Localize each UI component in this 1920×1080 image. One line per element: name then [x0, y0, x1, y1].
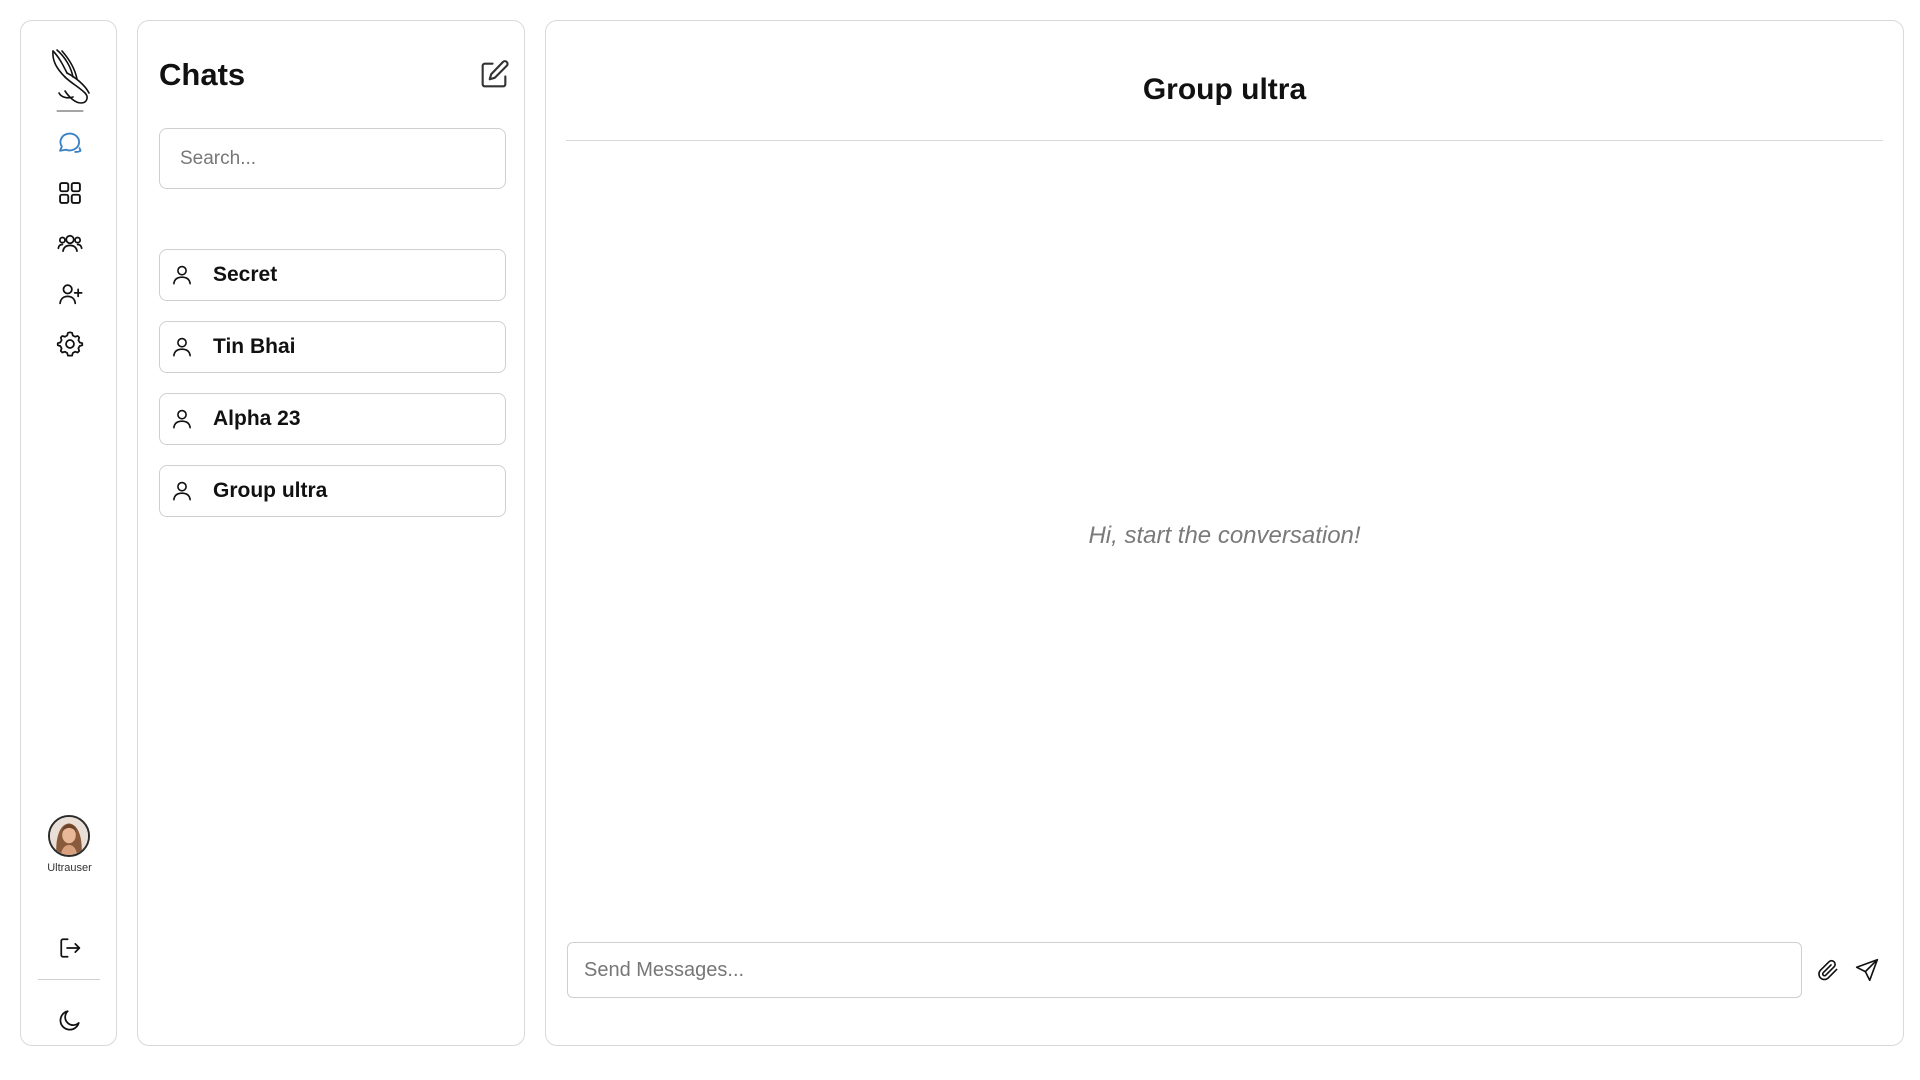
empty-conversation-message: Hi, start the conversation!: [1088, 522, 1361, 549]
chat-item-secret[interactable]: Secret: [159, 249, 506, 301]
chats-panel: Chats Secret Tin Bhai: [137, 20, 525, 1046]
conversation-panel: Group ultra Hi, start the conversation!: [545, 20, 1904, 1046]
chat-list: Secret Tin Bhai Alpha 23 Group ultra: [159, 249, 506, 537]
attach-button[interactable]: [1810, 952, 1846, 988]
header-divider: [566, 140, 1883, 141]
rail-divider: [38, 979, 100, 980]
nav-groups-button[interactable]: [51, 224, 89, 262]
app-window: Ultrauser Chats Search... Secret Tin Bha…: [0, 0, 1920, 1080]
chat-item-name: Alpha 23: [213, 407, 301, 430]
user-icon: [173, 409, 191, 429]
chat-bubbles-icon: [59, 132, 82, 153]
app-logo: [47, 47, 93, 121]
paperclip-icon: [1818, 959, 1838, 981]
chat-item-group-ultra[interactable]: Group ultra: [159, 465, 506, 517]
edit-icon: [481, 60, 509, 88]
chat-item-name: Secret: [213, 263, 278, 286]
nav-rail: Ultrauser: [20, 20, 117, 1046]
logout-button[interactable]: [51, 929, 89, 967]
user-icon: [173, 337, 191, 357]
logout-icon: [60, 938, 81, 958]
nav-chats-button[interactable]: [51, 123, 89, 161]
username-label: Ultrauser: [47, 862, 92, 874]
chat-item-alpha-23[interactable]: Alpha 23: [159, 393, 506, 445]
nav-add-friend-button[interactable]: [51, 275, 89, 313]
gear-icon: [56, 331, 84, 357]
chat-item-tin-bhai[interactable]: Tin Bhai: [159, 321, 506, 373]
conversation-title: Group ultra: [1142, 73, 1307, 106]
nav-apps-button[interactable]: [51, 174, 89, 212]
chat-item-name: Tin Bhai: [213, 335, 296, 358]
send-button[interactable]: [1849, 952, 1885, 988]
user-plus-icon: [59, 284, 83, 305]
search-input[interactable]: [159, 128, 506, 189]
send-icon: [1855, 958, 1879, 982]
moon-icon: [59, 1010, 80, 1031]
user-avatar[interactable]: [48, 815, 90, 857]
theme-toggle-button[interactable]: [51, 1001, 89, 1039]
chats-title: Chats: [159, 57, 246, 92]
new-chat-button[interactable]: [475, 56, 513, 94]
chat-item-name: Group ultra: [213, 479, 328, 502]
user-icon: [173, 481, 191, 501]
grid-icon: [59, 182, 81, 204]
users-icon: [57, 234, 83, 253]
message-input[interactable]: [567, 942, 1802, 998]
nav-settings-button[interactable]: [51, 325, 89, 363]
user-icon: [173, 265, 191, 285]
